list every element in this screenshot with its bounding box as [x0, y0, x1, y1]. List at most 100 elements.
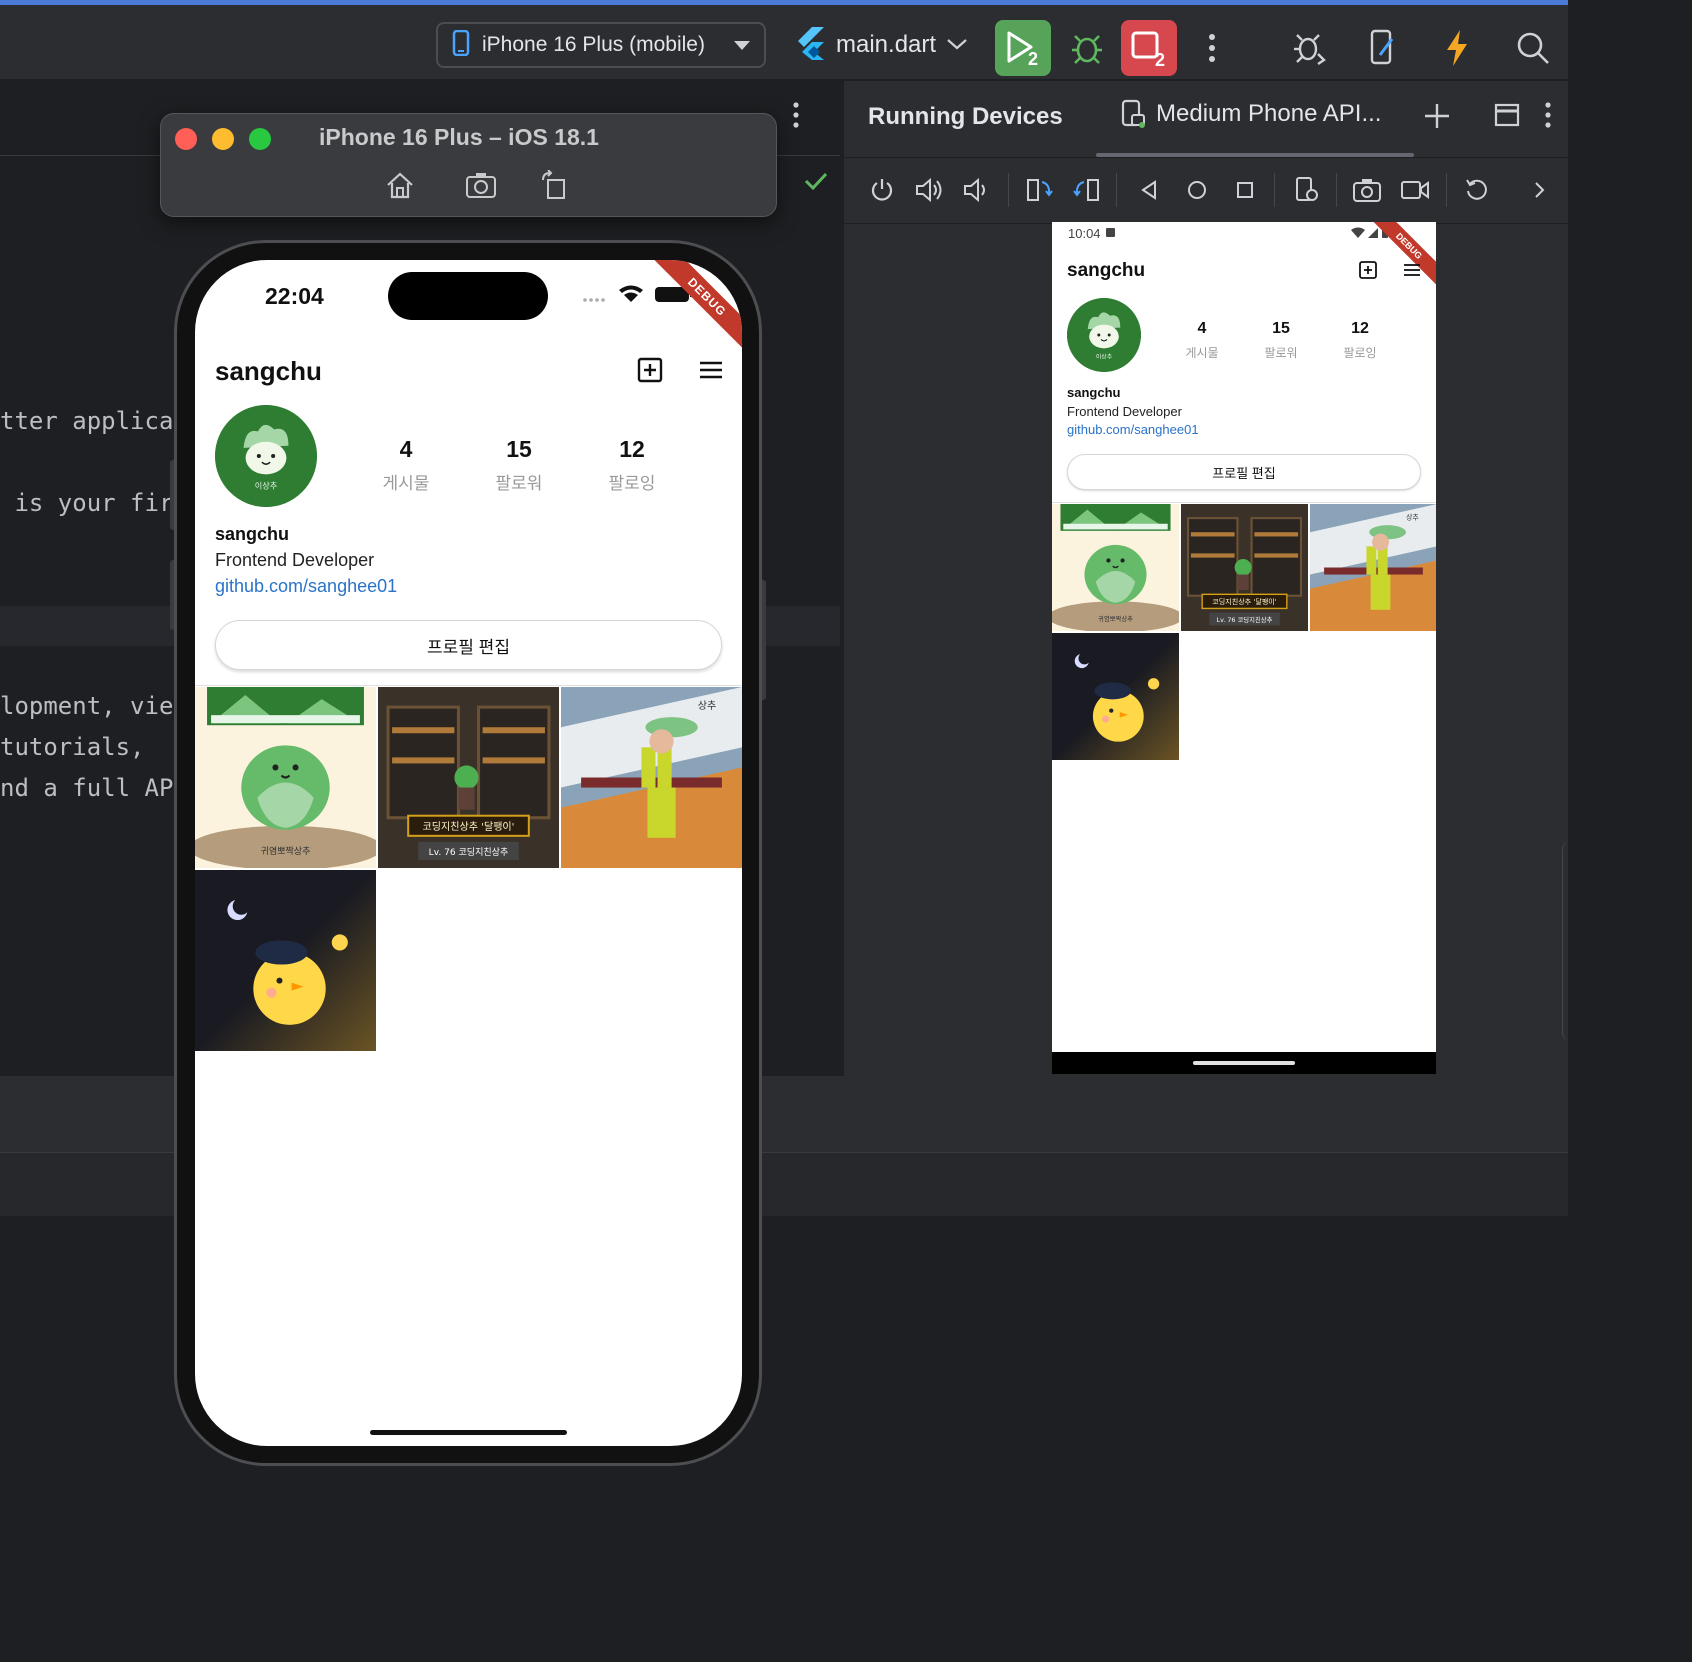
device-manager-button[interactable]	[1358, 20, 1408, 76]
add-box-icon	[637, 357, 663, 383]
post-tile[interactable]: 귀염뽀짝상추	[195, 687, 376, 868]
rotate-button[interactable]	[537, 168, 571, 202]
device-settings-button[interactable]	[1290, 173, 1324, 207]
overview-icon	[1237, 182, 1253, 198]
post-tile[interactable]: 코딩지친상추 '달팽이' Lv. 76 코딩지친상추	[1181, 504, 1308, 631]
window-mode-button[interactable]	[1494, 103, 1524, 133]
chick-image	[1052, 633, 1179, 760]
ide-toolbar: iPhone 16 Plus (mobile) main.dart 2 2	[0, 0, 1568, 80]
game-screenshot-image: 코딩지친상추 '달팽이' Lv. 76 코딩지친상추	[378, 687, 559, 868]
post-tile[interactable]: 상추	[561, 687, 742, 868]
figure-image: 상추	[561, 687, 742, 868]
run-button[interactable]: 2	[995, 20, 1051, 76]
more-actions-button[interactable]	[1195, 20, 1229, 76]
stop-button[interactable]: 2	[1121, 20, 1177, 76]
add-post-button[interactable]	[636, 356, 666, 386]
menu-button[interactable]	[697, 356, 727, 386]
hot-reload-button[interactable]	[1432, 20, 1482, 76]
wifi-icon	[619, 285, 643, 293]
screen-record-button[interactable]	[1398, 173, 1432, 207]
chevron-down-icon	[946, 36, 968, 55]
run-config-selector[interactable]: main.dart	[794, 22, 968, 68]
post-tile[interactable]: 코딩지친상추 '달팽이' Lv. 76 코딩지친상추	[378, 687, 559, 868]
separator	[1336, 173, 1337, 207]
code-line: nd a full AP	[0, 774, 174, 802]
close-window-button[interactable]	[175, 128, 197, 150]
window-icon	[1494, 103, 1520, 127]
more-icon	[1545, 102, 1551, 128]
gesture-handle[interactable]	[1193, 1061, 1295, 1065]
post-tile[interactable]	[1052, 633, 1179, 760]
svg-text:코딩지친상추 '달팽이': 코딩지친상추 '달팽이'	[423, 821, 515, 833]
stat-followers[interactable]: 15 팔로워	[479, 436, 559, 494]
post-tile[interactable]	[195, 870, 376, 1051]
game-screenshot-image: 코딩지친상추 '달팽이' Lv. 76 코딩지친상추	[1181, 504, 1308, 631]
post-tile[interactable]: 상추	[1310, 504, 1436, 631]
edit-profile-button[interactable]: 프로필 편집	[1067, 454, 1421, 490]
stat-label: 팔로잉	[1343, 346, 1377, 360]
reset-button[interactable]	[1460, 173, 1494, 207]
edit-profile-button[interactable]: 프로필 편집	[215, 620, 722, 670]
lettuce-mascot-icon: 이상추	[1067, 298, 1141, 372]
screenshot-button[interactable]	[1350, 173, 1384, 207]
back-button[interactable]	[1132, 173, 1166, 207]
rotate-right-button[interactable]	[1070, 173, 1104, 207]
more-tools-button[interactable]	[1522, 173, 1556, 207]
status-icons	[581, 282, 693, 309]
divider	[844, 157, 1570, 158]
maximize-window-button[interactable]	[249, 128, 271, 150]
svg-text:코딩지친상추 '달팽이': 코딩지친상추 '달팽이'	[1212, 597, 1277, 606]
stat-label: 팔로워	[1264, 346, 1298, 360]
stat-followers[interactable]: 15 팔로워	[1251, 320, 1311, 361]
figure-image: 상추	[1310, 504, 1436, 631]
code-line: lopment, vie	[0, 692, 174, 720]
profile-link[interactable]: github.com/sanghee01	[1067, 422, 1199, 437]
add-device-button[interactable]	[1422, 101, 1452, 135]
post-tile[interactable]: 귀염뽀짝상추	[1052, 504, 1179, 631]
running-devices-title: Running Devices	[868, 103, 1063, 130]
menu-button[interactable]	[1402, 260, 1424, 282]
home-indicator[interactable]	[370, 1430, 567, 1435]
debug-button[interactable]	[1062, 20, 1112, 76]
profile-link[interactable]: github.com/sanghee01	[215, 576, 397, 597]
screenshot-button[interactable]	[465, 168, 499, 202]
svg-text:Lv. 76 코딩지친상추: Lv. 76 코딩지친상추	[1217, 615, 1273, 624]
iphone-screen[interactable]: 22:04 DEBUG sangchu 이상추 4 게시물 15 팔로워 12 …	[195, 260, 742, 1446]
power-button[interactable]	[865, 173, 899, 207]
scrollbar[interactable]	[1562, 841, 1570, 1041]
volume-down-button[interactable]	[958, 173, 992, 207]
power-icon	[871, 179, 893, 201]
stat-following[interactable]: 12 팔로잉	[592, 436, 672, 494]
rotate-right-icon	[1073, 179, 1099, 201]
more-icon	[1209, 34, 1215, 62]
home-button[interactable]	[1180, 173, 1214, 207]
minimize-window-button[interactable]	[212, 128, 234, 150]
overview-button[interactable]	[1228, 173, 1262, 207]
android-screen[interactable]: 10:04 DEBUG sangchu 이상추 4 게시물 15 팔로워 12 …	[1052, 222, 1436, 1074]
attach-debugger-icon	[1294, 34, 1326, 65]
device-selector[interactable]: iPhone 16 Plus (mobile)	[436, 22, 766, 68]
svg-text:상추: 상추	[1406, 513, 1419, 522]
editor-more-button[interactable]	[792, 101, 820, 141]
svg-text:귀염뽀짝상추: 귀염뽀짝상추	[1098, 614, 1133, 623]
cabbage-image: 귀염뽀짝상추	[195, 687, 376, 868]
stat-posts[interactable]: 4 게시물	[366, 436, 446, 494]
avatar[interactable]: 이상추	[215, 405, 317, 507]
rotate-left-button[interactable]	[1022, 173, 1056, 207]
attach-debugger-button[interactable]	[1285, 20, 1335, 76]
lettuce-mascot-icon: 이상추	[215, 405, 317, 507]
stat-following[interactable]: 12 팔로잉	[1330, 320, 1390, 361]
add-post-button[interactable]	[1358, 260, 1380, 282]
device-manager-icon	[1370, 29, 1394, 65]
search-button[interactable]	[1508, 20, 1558, 76]
volume-up-button[interactable]	[912, 173, 946, 207]
stat-posts[interactable]: 4 게시물	[1172, 320, 1232, 361]
dynamic-island	[388, 272, 548, 320]
signal-icon	[1368, 228, 1378, 238]
panel-more-button[interactable]	[1544, 101, 1564, 135]
device-tab[interactable]: Medium Phone API...	[1120, 99, 1381, 129]
avatar[interactable]: 이상추	[1067, 298, 1141, 372]
profile-username: sangchu	[1067, 260, 1146, 281]
home-button[interactable]	[383, 168, 417, 202]
android-nav-bar	[1052, 1052, 1436, 1074]
